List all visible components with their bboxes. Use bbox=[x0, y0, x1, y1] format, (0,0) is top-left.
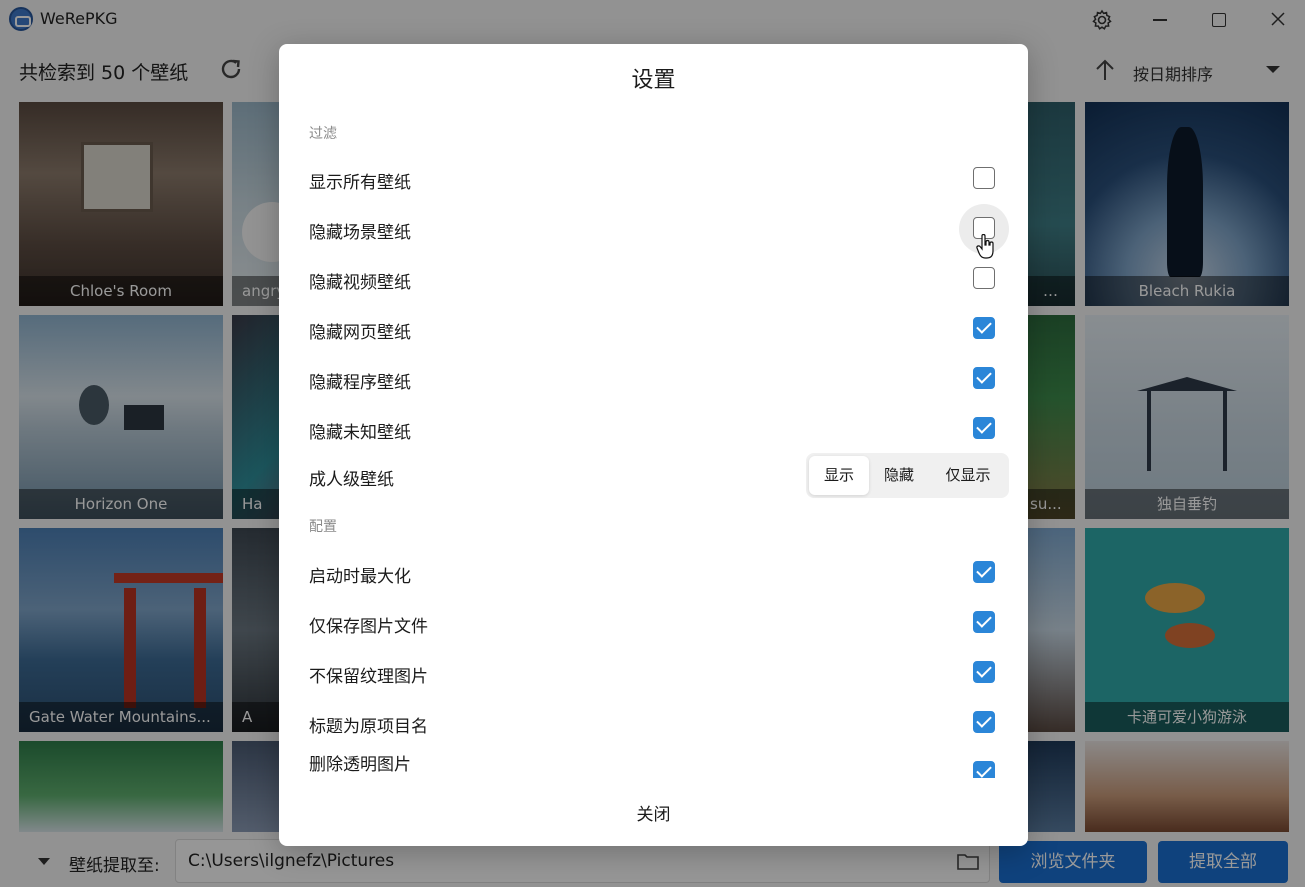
dialog-title: 设置 bbox=[631, 68, 676, 93]
adult-option-hide[interactable]: 隐藏 bbox=[869, 456, 929, 495]
remove-transparent-checkbox[interactable] bbox=[973, 761, 995, 778]
hand-cursor-icon bbox=[976, 233, 996, 260]
filter-item-label: 隐藏场景壁纸 bbox=[309, 223, 411, 243]
filter-section-label: 过滤 bbox=[309, 126, 337, 142]
original-title-checkbox[interactable] bbox=[973, 711, 995, 733]
filter-item-label: 显示所有壁纸 bbox=[309, 173, 411, 193]
adult-wallpaper-label: 成人级壁纸 bbox=[309, 470, 394, 490]
filter-item-label: 隐藏视频壁纸 bbox=[309, 273, 411, 293]
hide-video-checkbox[interactable] bbox=[973, 267, 995, 289]
hide-web-checkbox[interactable] bbox=[973, 317, 995, 339]
config-item-label: 不保留纹理图片 bbox=[309, 667, 428, 687]
dialog-close-button[interactable]: 关闭 bbox=[279, 800, 1028, 825]
config-item-label: 删除透明图片 bbox=[309, 755, 411, 775]
config-section-label: 配置 bbox=[309, 519, 337, 535]
maximize-on-start-checkbox[interactable] bbox=[973, 561, 995, 583]
hide-application-checkbox[interactable] bbox=[973, 367, 995, 389]
config-item-label: 启动时最大化 bbox=[309, 567, 411, 587]
show-all-checkbox[interactable] bbox=[973, 167, 995, 189]
config-item-label: 仅保存图片文件 bbox=[309, 617, 428, 637]
adult-option-only[interactable]: 仅显示 bbox=[932, 456, 1004, 495]
adult-option-show[interactable]: 显示 bbox=[809, 456, 869, 495]
hide-unknown-checkbox[interactable] bbox=[973, 417, 995, 439]
filter-item-label: 隐藏未知壁纸 bbox=[309, 423, 411, 443]
no-texture-checkbox[interactable] bbox=[973, 661, 995, 683]
config-item-label: 标题为原项目名 bbox=[309, 717, 428, 737]
save-images-only-checkbox[interactable] bbox=[973, 611, 995, 633]
adult-segmented-control: 显示 隐藏 仅显示 bbox=[806, 453, 1009, 498]
filter-item-label: 隐藏网页壁纸 bbox=[309, 323, 411, 343]
filter-item-label: 隐藏程序壁纸 bbox=[309, 373, 411, 393]
settings-dialog: 设置 过滤 显示所有壁纸 隐藏场景壁纸 隐藏视频壁纸 隐藏网页壁纸 隐藏程序壁纸… bbox=[279, 44, 1028, 846]
checkbox-clip bbox=[969, 758, 999, 778]
